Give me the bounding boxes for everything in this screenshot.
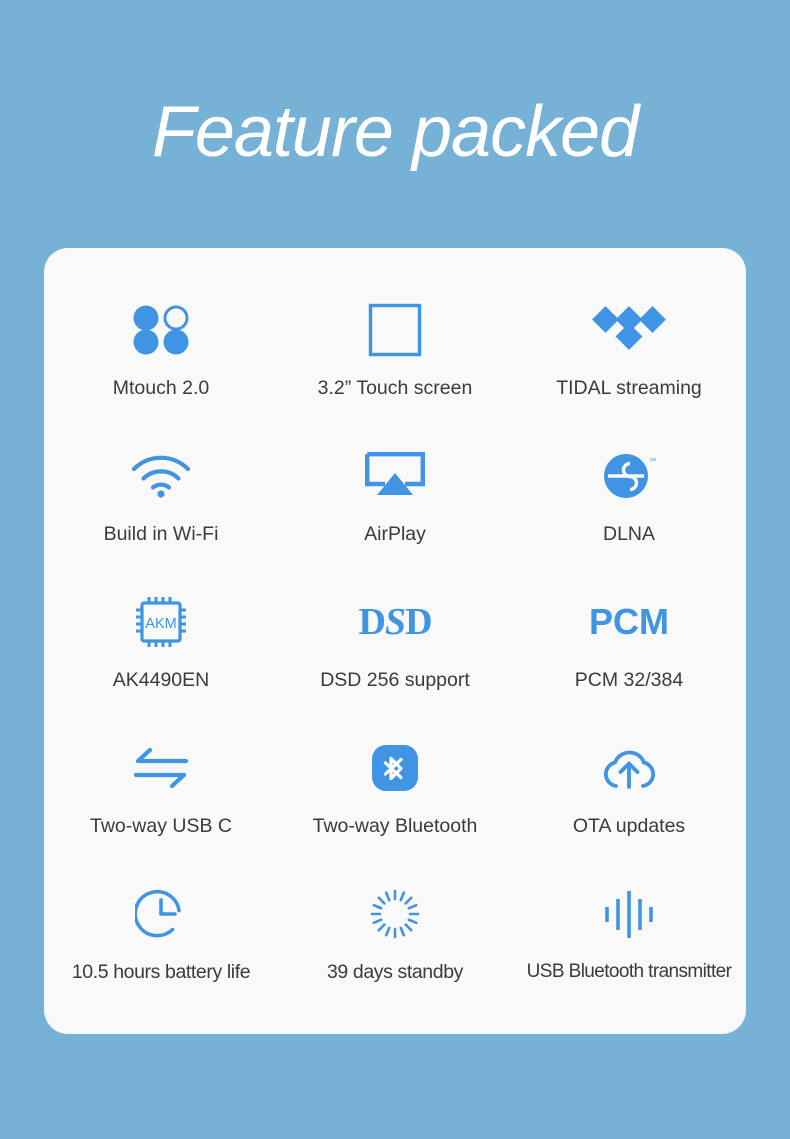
touch-screen-square-icon <box>368 299 422 361</box>
akm-chip-icon: AKM <box>134 591 188 653</box>
akm-chip-text: AKM <box>145 616 176 632</box>
feature-item-dsd[interactable]: DSD DSD 256 support <box>278 568 512 714</box>
audio-bars-icon <box>601 883 657 945</box>
feature-label: USB Bluetooth transmitter <box>526 961 732 982</box>
wifi-icon <box>130 445 192 507</box>
feature-label: 3.2” Touch screen <box>317 376 473 399</box>
mtouch-four-dots-icon <box>132 299 190 361</box>
feature-item-bluetooth[interactable]: Two-way Bluetooth <box>278 714 512 860</box>
standby-spinner-icon <box>369 883 421 945</box>
tidal-diamonds-icon <box>592 299 666 361</box>
page-title: Feature packed <box>151 92 639 172</box>
feature-item-mtouch[interactable]: Mtouch 2.0 <box>44 276 278 422</box>
feature-item-usb-bt-transmitter[interactable]: USB Bluetooth transmitter <box>512 860 746 1006</box>
dsd-wordmark-icon: DSD <box>358 591 432 653</box>
feature-item-ota[interactable]: OTA updates <box>512 714 746 860</box>
svg-text:™: ™ <box>649 458 656 465</box>
bluetooth-icon <box>372 737 418 799</box>
feature-label: DLNA <box>602 522 656 545</box>
cloud-upload-icon <box>598 737 660 799</box>
feature-item-wifi[interactable]: Build in Wi-Fi <box>44 422 278 568</box>
feature-item-touch-screen[interactable]: 3.2” Touch screen <box>278 276 512 422</box>
pcm-wordmark-icon: PCM <box>589 591 669 653</box>
dsd-letter-2: S <box>384 600 406 643</box>
dsd-letter-1: D <box>358 600 385 643</box>
pcm-mark-text: PCM <box>589 600 669 642</box>
feature-label: 39 days standby <box>326 960 463 983</box>
feature-item-usb-c[interactable]: Two-way USB C <box>44 714 278 860</box>
feature-item-standby[interactable]: 39 days standby <box>278 860 512 1006</box>
dsd-letter-3: D <box>405 600 432 643</box>
feature-label: Build in Wi-Fi <box>103 522 219 545</box>
feature-item-airplay[interactable]: AirPlay <box>278 422 512 568</box>
clock-icon <box>135 883 187 945</box>
feature-label: OTA updates <box>572 814 686 837</box>
feature-page: Feature packed Mtouch 2.0 3.2” Touch scr… <box>0 0 790 1139</box>
feature-label: DSD 256 support <box>320 668 470 691</box>
feature-item-tidal[interactable]: TIDAL streaming <box>512 276 746 422</box>
feature-grid: Mtouch 2.0 3.2” Touch screen TIDAL strea… <box>44 276 746 1006</box>
feature-label: Two-way USB C <box>90 814 232 837</box>
feature-item-akm[interactable]: AKM AK4490EN <box>44 568 278 714</box>
dlna-icon: ™ <box>600 445 658 507</box>
feature-card: Mtouch 2.0 3.2” Touch screen TIDAL strea… <box>44 248 746 1034</box>
feature-label: 10.5 hours battery life <box>71 960 251 983</box>
feature-label: Two-way Bluetooth <box>312 814 478 837</box>
feature-item-battery-life[interactable]: 10.5 hours battery life <box>44 860 278 1006</box>
feature-label: TIDAL streaming <box>556 376 702 399</box>
airplay-icon <box>365 445 425 507</box>
feature-item-dlna[interactable]: ™ DLNA <box>512 422 746 568</box>
feature-item-pcm[interactable]: PCM PCM 32/384 <box>512 568 746 714</box>
two-way-arrows-icon <box>132 737 190 799</box>
feature-label: AirPlay <box>364 522 426 545</box>
feature-label: PCM 32/384 <box>574 668 684 691</box>
feature-label: Mtouch 2.0 <box>112 376 210 399</box>
feature-label: AK4490EN <box>112 668 210 691</box>
